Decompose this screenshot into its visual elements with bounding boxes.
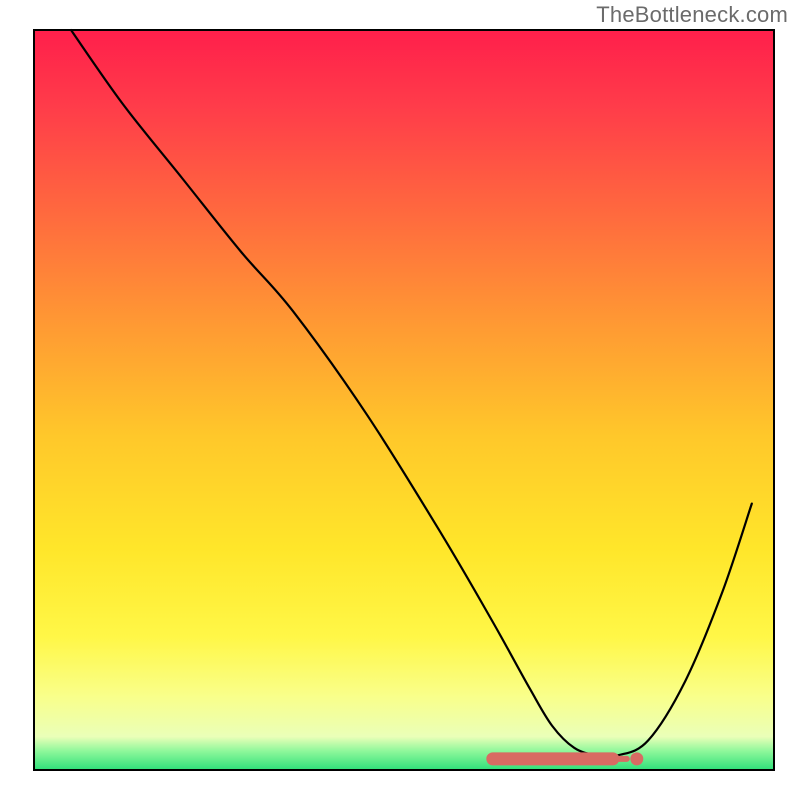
chart-svg xyxy=(0,0,800,800)
plot-background xyxy=(34,30,774,770)
watermark-text: TheBottleneck.com xyxy=(596,2,788,28)
chart-stage: TheBottleneck.com xyxy=(0,0,800,800)
